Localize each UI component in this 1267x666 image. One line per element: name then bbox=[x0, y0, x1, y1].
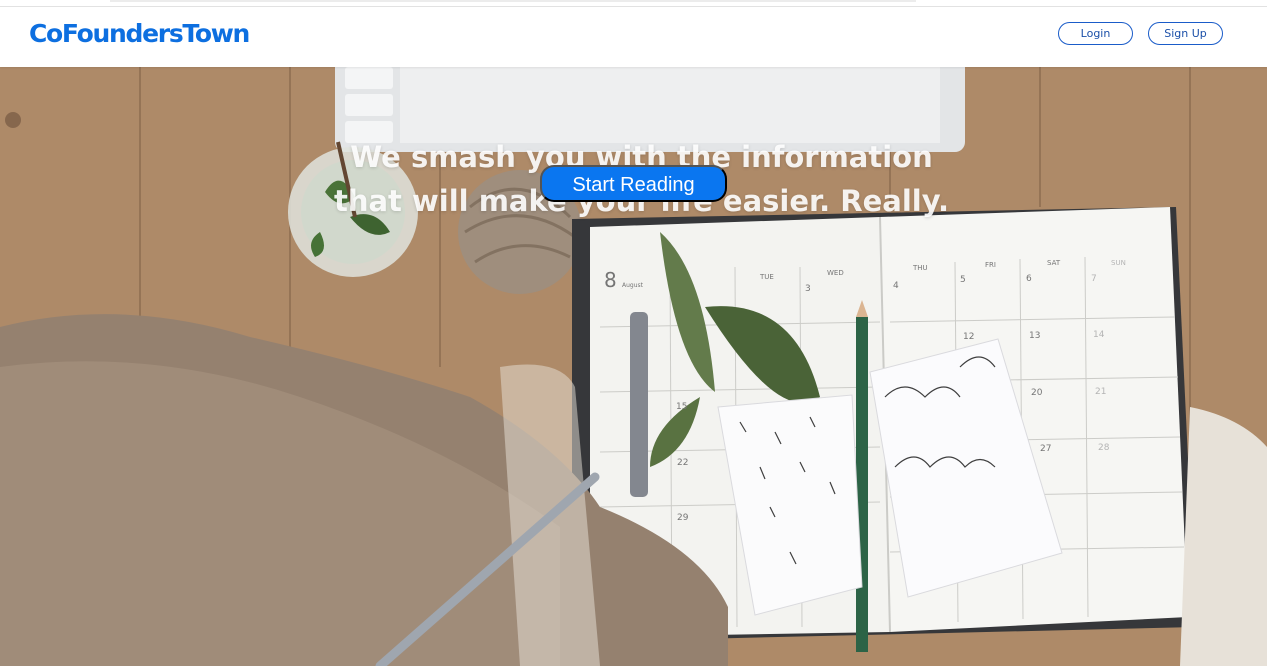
login-button[interactable]: Login bbox=[1058, 22, 1133, 45]
site-header: CoFoundersTown Login Sign Up bbox=[0, 7, 1267, 67]
address-bar-edge bbox=[110, 0, 916, 2]
start-reading-button[interactable]: Start Reading bbox=[540, 165, 727, 202]
browser-top-strip bbox=[0, 0, 1267, 7]
signup-button[interactable]: Sign Up bbox=[1148, 22, 1223, 45]
hero-section: 8 August TUE WED THU FRI SAT SUN 3 4 5 6… bbox=[0, 67, 1267, 666]
site-logo[interactable]: CoFoundersTown bbox=[29, 19, 250, 48]
